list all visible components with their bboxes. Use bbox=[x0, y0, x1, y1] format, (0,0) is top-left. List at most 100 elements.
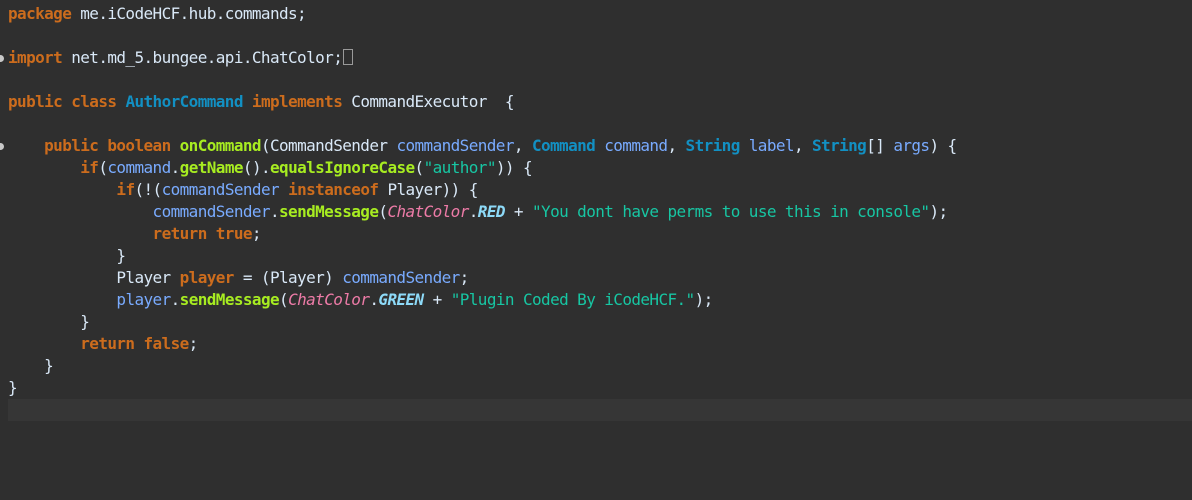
code-token-plain: Player)) { bbox=[387, 180, 478, 199]
code-token-plain: . bbox=[269, 202, 280, 221]
code-token-plain: . bbox=[468, 202, 479, 221]
code-token-plain: = (Player) bbox=[233, 268, 343, 287]
code-line[interactable] bbox=[8, 25, 1192, 47]
code-token-keyword: implements bbox=[242, 92, 352, 111]
code-token-variable: player bbox=[116, 290, 171, 309]
code-token-plain: ; bbox=[188, 334, 199, 353]
code-token-plain: ( bbox=[414, 158, 425, 177]
code-token-keyword: return false bbox=[80, 334, 189, 353]
code-line[interactable] bbox=[8, 113, 1192, 135]
code-token-method: sendMessage bbox=[279, 202, 379, 221]
code-line[interactable]: player.sendMessage(ChatColor.GREEN + "Pl… bbox=[8, 289, 1192, 311]
code-token-plain: } bbox=[8, 312, 90, 331]
code-token-type: Command bbox=[531, 136, 596, 155]
code-token-keyword: instanceof bbox=[279, 180, 388, 199]
code-token-variable: args bbox=[893, 136, 930, 155]
code-token-static-class: ChatColor bbox=[387, 202, 469, 221]
code-token-string: "Plugin Coded By iCodeHCF." bbox=[450, 290, 695, 309]
code-token-plain: , bbox=[513, 136, 532, 155]
code-line[interactable]: } bbox=[8, 377, 1192, 399]
code-token-plain: , bbox=[667, 136, 686, 155]
code-token-keyword: public class bbox=[8, 92, 126, 111]
code-token-plain: [] bbox=[866, 136, 894, 155]
code-line[interactable]: public class AuthorCommand implements Co… bbox=[8, 91, 1192, 113]
code-token-variable: commandSender bbox=[342, 268, 460, 287]
code-line[interactable]: public boolean onCommand(CommandSender c… bbox=[8, 135, 1192, 157]
code-line[interactable]: } bbox=[8, 245, 1192, 267]
code-token-keyword: return true bbox=[152, 224, 253, 243]
code-line[interactable] bbox=[8, 69, 1192, 91]
code-line[interactable]: package me.iCodeHCF.hub.commands; bbox=[8, 3, 1192, 25]
code-token-string: "author" bbox=[423, 158, 497, 177]
code-token-plain: (!( bbox=[134, 180, 162, 199]
code-token-plain: net.md_5.bungee.api.ChatColor; bbox=[62, 48, 343, 67]
code-token-plain: . bbox=[170, 158, 181, 177]
code-editor[interactable]: package me.iCodeHCF.hub.commands; import… bbox=[0, 0, 1192, 500]
editor-gutter bbox=[0, 0, 8, 500]
code-token-plain: . bbox=[170, 290, 181, 309]
code-token-keyword: package bbox=[8, 4, 72, 23]
code-token-type: String bbox=[685, 136, 741, 155]
code-token-method: sendMessage bbox=[179, 290, 280, 309]
code-token-plain: ); bbox=[929, 202, 948, 221]
code-line[interactable]: Player player = (Player) commandSender; bbox=[8, 267, 1192, 289]
code-token-plain: , bbox=[793, 136, 813, 155]
code-token-type: String bbox=[812, 136, 867, 155]
code-line[interactable]: return false; bbox=[8, 333, 1192, 355]
code-token-string: "You dont have perms to use this in cons… bbox=[532, 202, 930, 221]
code-token-plain: Player bbox=[8, 268, 180, 287]
code-token-plain: )) { bbox=[495, 158, 533, 177]
code-token-variable: command bbox=[595, 136, 668, 155]
code-token-variable: command bbox=[107, 158, 171, 177]
code-token-plain: CommandExecutor bbox=[351, 92, 487, 111]
code-token-keyword: if bbox=[116, 180, 135, 199]
code-line[interactable]: commandSender.sendMessage(ChatColor.RED … bbox=[8, 201, 1192, 223]
code-token-method: onCommand bbox=[179, 136, 262, 155]
code-token-plain: me.iCodeHCF.hub.commands; bbox=[71, 4, 307, 23]
fold-marker-icon[interactable] bbox=[0, 143, 4, 150]
code-token-method: equalsIgnoreCase bbox=[270, 158, 415, 177]
code-token-plain: + bbox=[504, 202, 532, 221]
code-token-type: AuthorCommand bbox=[125, 92, 243, 111]
code-token-plain: (). bbox=[242, 158, 271, 177]
bracket-match-box bbox=[343, 49, 354, 65]
code-line[interactable]: if(command.getName().equalsIgnoreCase("a… bbox=[8, 157, 1192, 179]
code-token-keyword: if bbox=[80, 158, 99, 177]
code-token-plain: (CommandSender bbox=[260, 136, 397, 155]
code-token-plain: ) { bbox=[929, 136, 957, 155]
code-token-plain: } bbox=[8, 356, 54, 375]
code-token-plain: { bbox=[486, 92, 515, 111]
code-line[interactable]: if(!(commandSender instanceof Player)) { bbox=[8, 179, 1192, 201]
code-token-field: RED bbox=[477, 202, 506, 221]
code-token-plain: } bbox=[8, 378, 18, 397]
code-token-static-class: ChatColor bbox=[288, 290, 370, 309]
code-line[interactable]: return true; bbox=[8, 223, 1192, 245]
code-token-plain: ( bbox=[279, 290, 289, 309]
code-line[interactable]: } bbox=[8, 311, 1192, 333]
code-token-keyword: player bbox=[179, 268, 235, 287]
code-line[interactable]: } bbox=[8, 355, 1192, 377]
code-token-plain: ; bbox=[459, 268, 470, 287]
code-token-keyword: public boolean bbox=[44, 136, 180, 155]
fold-marker-icon[interactable] bbox=[0, 55, 4, 62]
code-line[interactable]: import net.md_5.bungee.api.ChatColor; bbox=[8, 47, 1192, 69]
code-area[interactable]: package me.iCodeHCF.hub.commands; import… bbox=[8, 3, 1192, 421]
code-token-plain: } bbox=[8, 246, 126, 265]
code-token-plain: ; bbox=[251, 224, 262, 243]
code-token-variable: commandSender bbox=[161, 180, 280, 199]
code-token-variable: label bbox=[739, 136, 795, 155]
code-token-field: GREEN bbox=[378, 290, 424, 309]
code-token-keyword: import bbox=[8, 48, 63, 67]
code-token-variable: commandSender bbox=[396, 136, 514, 155]
code-token-variable: commandSender bbox=[152, 202, 271, 221]
code-line[interactable] bbox=[8, 399, 1192, 421]
code-token-plain: + bbox=[423, 290, 451, 309]
code-token-plain: ); bbox=[694, 290, 714, 309]
